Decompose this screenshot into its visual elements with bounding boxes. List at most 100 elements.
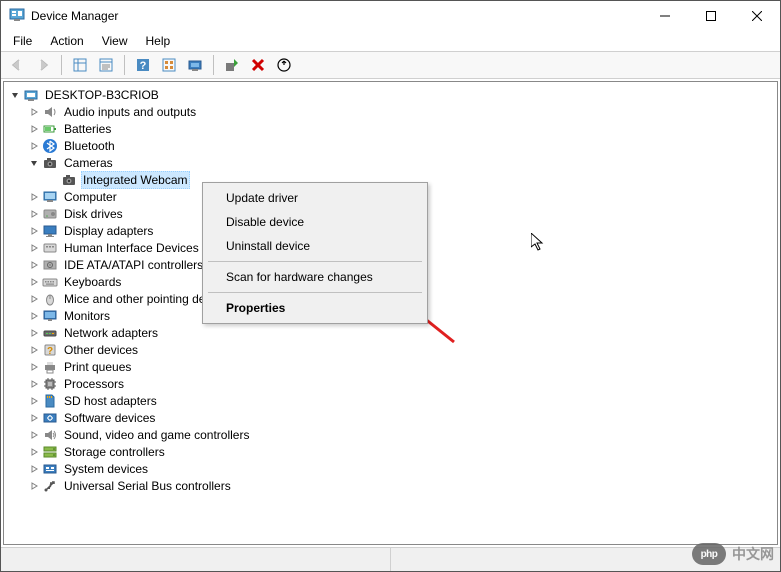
- update-driver-button[interactable]: [272, 53, 296, 77]
- chevron-right-icon[interactable]: [28, 140, 40, 152]
- chevron-right-icon[interactable]: [28, 225, 40, 237]
- tree-item-label: Cameras: [62, 155, 115, 171]
- tree-item-label: SD host adapters: [62, 393, 159, 409]
- tree-item-label: Computer: [62, 189, 119, 205]
- camera-icon: [61, 172, 77, 188]
- toolbar-separator: [213, 55, 214, 75]
- tree-root-node[interactable]: DESKTOP-B3CRIOB: [6, 86, 775, 103]
- chevron-right-icon[interactable]: [28, 378, 40, 390]
- computer-icon: [42, 189, 58, 205]
- menu-help[interactable]: Help: [138, 32, 179, 50]
- tree-item-label: Audio inputs and outputs: [62, 104, 198, 120]
- chevron-right-icon[interactable]: [28, 395, 40, 407]
- ctx-scan-hardware[interactable]: Scan for hardware changes: [206, 265, 424, 289]
- usb-icon: [42, 478, 58, 494]
- uninstall-device-button[interactable]: [246, 53, 270, 77]
- maximize-button[interactable]: [688, 1, 734, 31]
- chevron-right-icon[interactable]: [28, 412, 40, 424]
- chevron-down-icon[interactable]: [9, 89, 21, 101]
- tree-category-node[interactable]: Print queues: [6, 358, 775, 375]
- tree-category-node[interactable]: Bluetooth: [6, 137, 775, 154]
- hid-icon: [42, 240, 58, 256]
- chevron-right-icon[interactable]: [28, 446, 40, 458]
- ctx-disable-device[interactable]: Disable device: [206, 210, 424, 234]
- tree-item-label: Monitors: [62, 308, 112, 324]
- chevron-right-icon[interactable]: [28, 293, 40, 305]
- other-icon: ?: [42, 342, 58, 358]
- content-pane[interactable]: DESKTOP-B3CRIOBAudio inputs and outputsB…: [3, 81, 778, 545]
- tree-root-label: DESKTOP-B3CRIOB: [43, 87, 161, 103]
- tree-category-node[interactable]: Cameras: [6, 154, 775, 171]
- chevron-right-icon[interactable]: [28, 123, 40, 135]
- tree-category-node[interactable]: Network adapters: [6, 324, 775, 341]
- camera-icon: [42, 155, 58, 171]
- tree-category-node[interactable]: ?Other devices: [6, 341, 775, 358]
- chevron-right-icon[interactable]: [28, 327, 40, 339]
- help-toolbar-button[interactable]: ?: [131, 53, 155, 77]
- tree-device-label: Integrated Webcam: [81, 171, 190, 189]
- chevron-right-icon[interactable]: [28, 259, 40, 271]
- chevron-right-icon[interactable]: [28, 276, 40, 288]
- show-hide-console-tree-button[interactable]: [68, 53, 92, 77]
- chevron-right-icon[interactable]: [28, 480, 40, 492]
- tree-category-node[interactable]: Universal Serial Bus controllers: [6, 477, 775, 494]
- tree-item-label: Software devices: [62, 410, 157, 426]
- ctx-update-driver[interactable]: Update driver: [206, 186, 424, 210]
- titlebar-left: Device Manager: [9, 7, 118, 26]
- cpu-icon: [42, 376, 58, 392]
- menubar: File Action View Help: [1, 31, 780, 51]
- menu-view[interactable]: View: [94, 32, 136, 50]
- display-icon: [42, 223, 58, 239]
- software-icon: [42, 410, 58, 426]
- chevron-down-icon[interactable]: [28, 157, 40, 169]
- chevron-right-icon[interactable]: [28, 344, 40, 356]
- toolbar: ?: [1, 51, 780, 79]
- monitor-icon: [42, 308, 58, 324]
- keyboard-icon: [42, 274, 58, 290]
- tree-category-node[interactable]: Sound, video and game controllers: [6, 426, 775, 443]
- menu-file[interactable]: File: [5, 32, 40, 50]
- close-button[interactable]: [734, 1, 780, 31]
- chevron-right-icon[interactable]: [28, 361, 40, 373]
- tree-item-label: Sound, video and game controllers: [62, 427, 251, 443]
- minimize-button[interactable]: [642, 1, 688, 31]
- statusbar: [1, 547, 780, 571]
- properties-toolbar-button[interactable]: [94, 53, 118, 77]
- sound-icon: [42, 427, 58, 443]
- tree-item-label: Keyboards: [62, 274, 123, 290]
- status-pane-left: [1, 548, 391, 571]
- chevron-right-icon[interactable]: [28, 208, 40, 220]
- ctx-properties[interactable]: Properties: [206, 296, 424, 320]
- back-button[interactable]: [5, 53, 29, 77]
- tree-category-node[interactable]: Storage controllers: [6, 443, 775, 460]
- tree-category-node[interactable]: Software devices: [6, 409, 775, 426]
- view-toolbar-button[interactable]: [157, 53, 181, 77]
- ctx-uninstall-device[interactable]: Uninstall device: [206, 234, 424, 258]
- tree-category-node[interactable]: System devices: [6, 460, 775, 477]
- watermark: php 中文网: [692, 543, 774, 565]
- tree-item-label: Storage controllers: [62, 444, 167, 460]
- menu-action[interactable]: Action: [42, 32, 91, 50]
- tree-category-node[interactable]: Audio inputs and outputs: [6, 103, 775, 120]
- tree-item-label: Other devices: [62, 342, 140, 358]
- scan-hardware-button[interactable]: [183, 53, 207, 77]
- chevron-right-icon[interactable]: [28, 310, 40, 322]
- chevron-right-icon[interactable]: [28, 242, 40, 254]
- enable-device-button[interactable]: [220, 53, 244, 77]
- tree-item-label: Human Interface Devices: [62, 240, 201, 256]
- svg-text:?: ?: [140, 60, 147, 72]
- chevron-right-icon[interactable]: [28, 106, 40, 118]
- network-icon: [42, 325, 58, 341]
- context-menu: Update driver Disable device Uninstall d…: [202, 182, 428, 324]
- chevron-right-icon[interactable]: [28, 463, 40, 475]
- tree-category-node[interactable]: Batteries: [6, 120, 775, 137]
- tree-category-node[interactable]: SD host adapters: [6, 392, 775, 409]
- storage-icon: [42, 444, 58, 460]
- chevron-right-icon[interactable]: [28, 429, 40, 441]
- forward-button[interactable]: [31, 53, 55, 77]
- chevron-right-icon[interactable]: [28, 191, 40, 203]
- mouse-icon: [42, 291, 58, 307]
- tree-item-label: Processors: [62, 376, 126, 392]
- tree-category-node[interactable]: Processors: [6, 375, 775, 392]
- ctx-separator: [208, 261, 422, 262]
